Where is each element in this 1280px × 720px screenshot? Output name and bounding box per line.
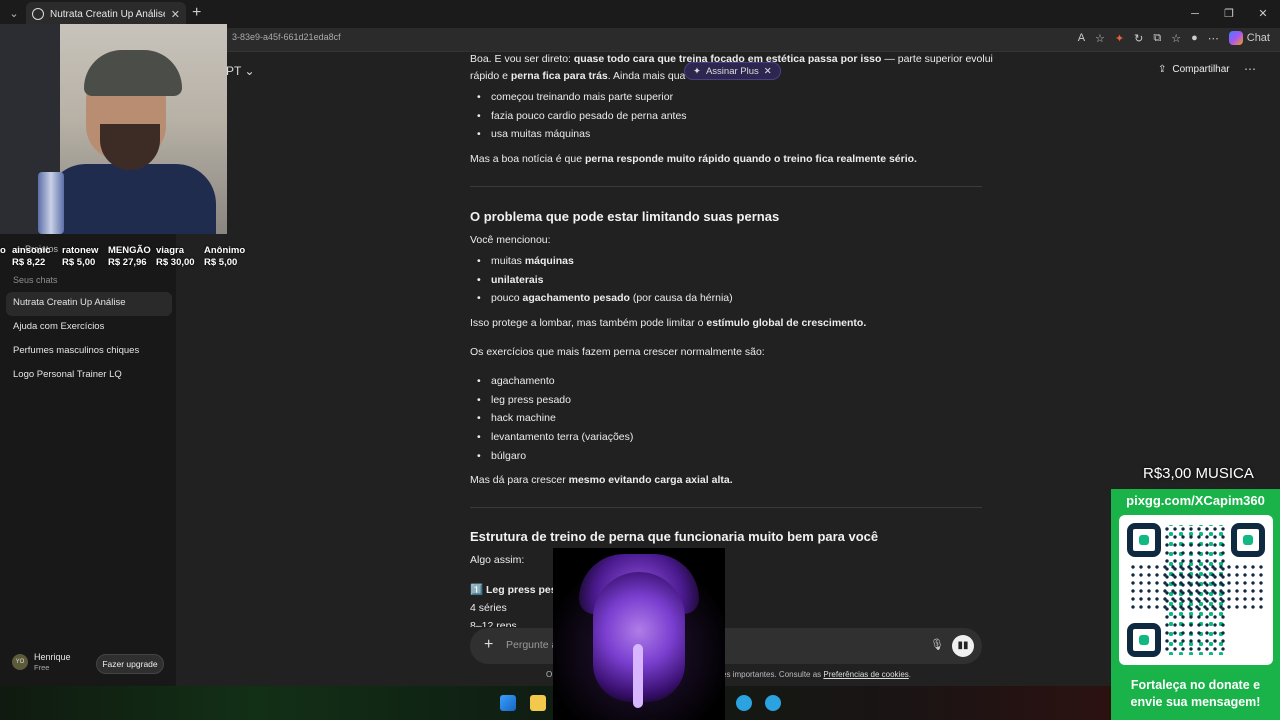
voice-mode-icon[interactable]: ▮▮ (952, 635, 974, 657)
chatgpt-favicon-icon (32, 8, 44, 20)
attach-plus-icon[interactable]: + (484, 636, 493, 654)
avatar: YO (12, 654, 28, 670)
list-item: hack machine (477, 412, 556, 424)
refresh-icon[interactable]: ↻ (1134, 32, 1143, 45)
webcam-overlay (0, 24, 227, 234)
close-window-icon[interactable]: ✕ (1246, 0, 1280, 28)
user-plan: Free (34, 663, 50, 672)
paragraph: Mas dá para crescer mesmo evitando carga… (470, 474, 733, 486)
chat-item[interactable]: Ajuda com Exercícios (6, 316, 172, 340)
section-heading: O problema que pode estar limitando suas… (470, 209, 780, 224)
share-button[interactable]: ⇪ Compartilhar (1158, 64, 1230, 75)
keycap-one-icon: 1️⃣ (470, 584, 484, 596)
donation-qr-panel: pixgg.com/XCapim360 Fortaleça no donate … (1111, 489, 1280, 720)
footer-note: es importantes. Consulte as Preferências… (722, 670, 912, 679)
webcam-person-cap (84, 50, 182, 96)
copilot-icon (1228, 31, 1243, 45)
favorite-star-icon[interactable]: ☆ (1095, 32, 1105, 45)
browser-toolbar-icons: A ☆ ✦ ↻ ⧉ ☆ ● ⋯ Chat (1078, 31, 1270, 45)
telegram-icon[interactable] (736, 695, 752, 711)
list-item: búlgaro (477, 450, 526, 462)
webcam-person-body (46, 164, 216, 234)
paragraph: rápido e perna fica para trás. Ainda mai… (470, 70, 686, 82)
copilot-chat-button[interactable]: Chat (1228, 31, 1270, 45)
tab-title: Nutrata Creatin Up Análise (50, 8, 165, 20)
share-label: Compartilhar (1172, 64, 1230, 75)
list-item: unilaterais (477, 274, 543, 286)
favorites-icon[interactable]: ☆ (1171, 32, 1181, 45)
model-label: PT (226, 64, 242, 78)
paragraph: Mas a boa notícia é que perna responde m… (470, 153, 917, 165)
paragraph: 4 séries (470, 602, 507, 614)
cookie-preferences-link[interactable]: Preferências de cookies (823, 670, 908, 679)
window-controls: ─ ❐ ✕ (1178, 0, 1280, 28)
extension-icon[interactable]: ✦ (1115, 32, 1124, 45)
chats-section-label: Seus chats (13, 275, 58, 285)
message-composer[interactable]: + Pergunte a 🎙 ▮▮ (470, 628, 982, 664)
upgrade-button[interactable]: Fazer upgrade (96, 654, 164, 674)
paragraph: Isso protege a lombar, mas também pode l… (470, 317, 867, 329)
donation-entry: MENGÃO R$ 27,96 (108, 245, 151, 268)
donate-message: Fortaleça no donate e envie sua mensagem… (1130, 678, 1261, 709)
user-name: Henrique (34, 652, 71, 662)
donation-entry: ratonew R$ 5,00 (62, 245, 99, 268)
list-item: agachamento (477, 375, 555, 387)
paragraph: 8–12 reps (470, 620, 517, 627)
pix-handle: pixgg.com/XCapim360 (1126, 493, 1265, 508)
share-icon: ⇪ (1158, 64, 1167, 75)
donation-entry: Anônimo R$ 5,00 (204, 245, 246, 268)
section-heading: Estrutura de treino de perna que funcion… (470, 529, 879, 544)
chat-item[interactable]: Logo Personal Trainer LQ (6, 364, 172, 388)
more-options-icon[interactable]: ⋯ (1244, 62, 1256, 76)
chat-list: Nutrata Creatin Up Análise Ajuda com Exe… (6, 292, 172, 388)
list-item: levantamento terra (variações) (477, 431, 633, 443)
prompt-input[interactable]: Pergunte a (506, 639, 557, 651)
list-item: pouco agachamento pesado (por causa da h… (477, 292, 733, 304)
microphone-icon[interactable]: 🎙 (930, 638, 944, 651)
paragraph: Boa. E vou ser direto: quase todo cara q… (470, 53, 993, 65)
paragraph: Os exercícios que mais fazem perna cresc… (470, 346, 765, 358)
qr-code (1119, 515, 1273, 665)
browser-tab-active[interactable]: Nutrata Creatin Up Análise ✕ (26, 2, 186, 26)
donation-entry: viagra R$ 30,00 (156, 245, 195, 268)
paragraph: Algo assim: (470, 554, 525, 566)
paragraph: Você mencionou: (470, 234, 551, 246)
step-heading: 1️⃣ Leg press pes (470, 584, 557, 596)
list-item: começou treinando mais parte superior (477, 91, 673, 103)
telegram-icon[interactable] (765, 695, 781, 711)
puzzle-icon[interactable]: ⧉ (1153, 32, 1161, 45)
list-item: muitas máquinas (477, 255, 574, 267)
chat-label: Chat (1246, 32, 1270, 44)
chat-item[interactable]: Perfumes masculinos chiques (6, 340, 172, 364)
windows-start-icon[interactable] (500, 695, 516, 711)
donation-ticker: o ainsonic R$ 8,22 ratonew R$ 5,00 MENGÃO R… (0, 245, 254, 271)
user-profile[interactable]: YO Henrique Free (12, 652, 71, 672)
file-explorer-icon[interactable] (530, 695, 546, 711)
donation-entry: o (0, 245, 6, 256)
statue-image-overlay (553, 548, 725, 720)
model-selector[interactable]: PT ⌄ (226, 64, 255, 78)
chat-item[interactable]: Nutrata Creatin Up Análise (6, 292, 172, 316)
list-item: leg press pesado (477, 394, 571, 406)
list-item: usa muitas máquinas (477, 128, 590, 140)
read-aloud-icon[interactable]: A (1078, 32, 1085, 44)
minimize-icon[interactable]: ─ (1178, 0, 1212, 28)
music-price-label: R$3,00 MUSICA (1143, 465, 1254, 482)
footer-note-start: O (546, 670, 553, 679)
close-tab-icon[interactable]: ✕ (171, 8, 180, 21)
tab-list-chevron-icon[interactable]: ⌄ (4, 4, 24, 24)
donation-entry: ainsonic R$ 8,22 (12, 245, 51, 268)
restore-icon[interactable]: ❐ (1212, 0, 1246, 28)
divider (470, 186, 982, 187)
profile-icon[interactable]: ● (1191, 32, 1198, 44)
url-text[interactable]: 3-83e9-a45f-661d21eda8cf (232, 32, 341, 42)
more-menu-icon[interactable]: ⋯ (1208, 32, 1219, 45)
webcam-can (38, 172, 64, 234)
list-item: fazia pouco cardio pesado de perna antes (477, 110, 687, 122)
new-tab-icon[interactable]: + (192, 5, 201, 21)
divider (470, 507, 982, 508)
